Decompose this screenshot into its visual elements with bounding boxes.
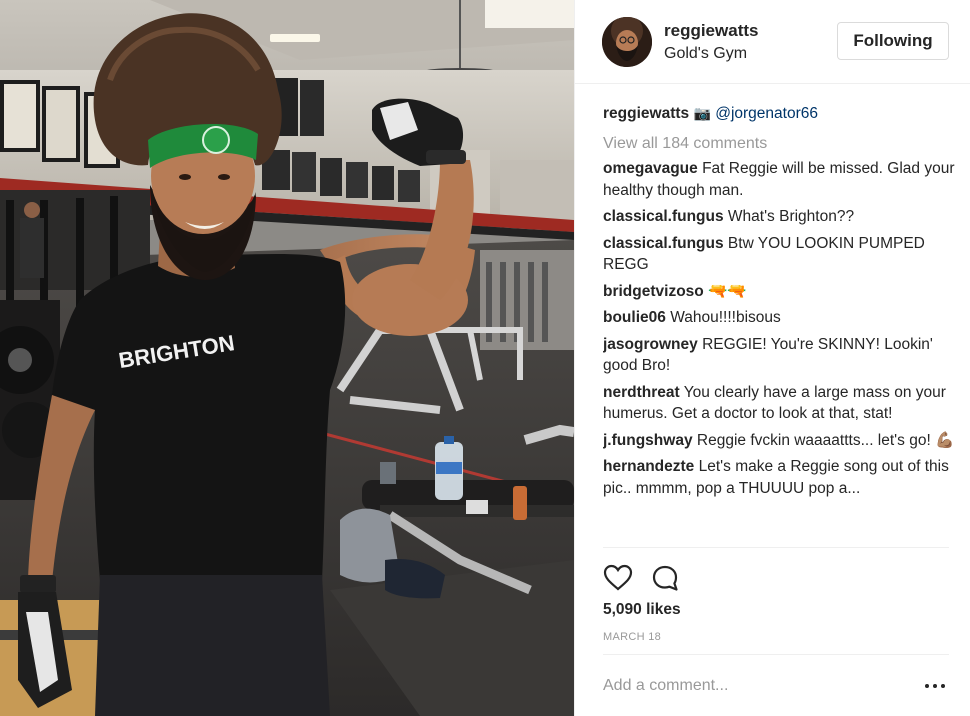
post-details-panel: reggiewatts Gold's Gym Following reggiew… <box>574 0 970 716</box>
avatar-image <box>602 17 652 67</box>
comment-username[interactable]: bridgetvizoso <box>603 283 704 300</box>
avatar[interactable] <box>602 17 652 67</box>
caption-username[interactable]: reggiewatts <box>603 105 689 122</box>
comment-item: nerdthreat You clearly have a large mass… <box>603 382 955 425</box>
comment-item: hernandezte Let's make a Reggie song out… <box>603 456 955 499</box>
heart-icon[interactable] <box>603 564 633 592</box>
following-button[interactable]: Following <box>837 22 949 60</box>
comment-text: 🔫🔫 <box>708 282 747 300</box>
post-photo-image: BRIGHTON <box>0 0 574 716</box>
comment-item: j.fungshway Reggie fvckin waaaattts... l… <box>603 430 955 452</box>
caption-mention[interactable]: @jorgenator66 <box>715 105 818 122</box>
comment-item: omegavague Fat Reggie will be missed. Gl… <box>603 158 955 201</box>
post-location[interactable]: Gold's Gym <box>664 43 758 65</box>
likes-count[interactable]: 5,090 likes <box>603 601 681 619</box>
comment-username[interactable]: jasogrowney <box>603 336 698 353</box>
comment-text: Reggie fvckin waaaattts... let's go! 💪🏽 <box>696 431 955 449</box>
comment-icon[interactable] <box>651 564 681 592</box>
post-date: MARCH 18 <box>603 631 662 643</box>
comment-username[interactable]: omegavague <box>603 160 698 177</box>
post-header: reggiewatts Gold's Gym Following <box>575 0 970 84</box>
comment-username[interactable]: classical.fungus <box>603 208 724 225</box>
comment-username[interactable]: j.fungshway <box>603 432 693 449</box>
add-comment-section <box>603 654 949 716</box>
header-username[interactable]: reggiewatts <box>664 20 758 42</box>
user-block: reggiewatts Gold's Gym <box>664 20 758 65</box>
add-comment-input[interactable] <box>603 677 903 695</box>
post-photo[interactable]: BRIGHTON <box>0 0 574 716</box>
comments-list[interactable]: reggiewatts 📷 @jorgenator66 View all 184… <box>603 103 955 547</box>
comment-text: Wahou!!!!bisous <box>670 309 781 326</box>
more-options-icon[interactable] <box>925 677 947 693</box>
comment-item: jasogrowney REGGIE! You're SKINNY! Looki… <box>603 334 955 377</box>
comment-item: bridgetvizoso 🔫🔫 <box>603 281 955 303</box>
comment-text: What's Brighton?? <box>727 208 855 225</box>
caption: reggiewatts 📷 @jorgenator66 <box>603 103 955 125</box>
post-actions: 5,090 likes MARCH 18 <box>603 547 949 643</box>
comment-username[interactable]: hernandezte <box>603 458 694 475</box>
comment-username[interactable]: boulie06 <box>603 309 666 326</box>
view-all-comments-link[interactable]: View all 184 comments <box>603 133 955 155</box>
comment-item: boulie06 Wahou!!!!bisous <box>603 307 955 329</box>
comment-item: classical.fungus What's Brighton?? <box>603 206 955 228</box>
camera-icon: 📷 <box>693 105 711 121</box>
comment-username[interactable]: nerdthreat <box>603 384 680 401</box>
comment-item: classical.fungus Btw YOU LOOKIN PUMPED R… <box>603 233 955 276</box>
comment-username[interactable]: classical.fungus <box>603 235 724 252</box>
